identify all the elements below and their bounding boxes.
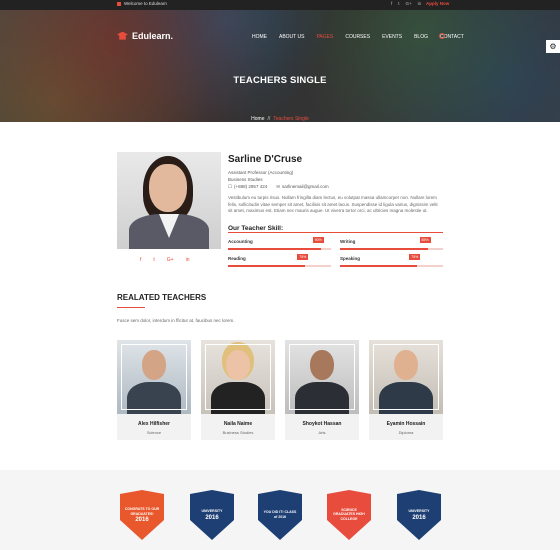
- class-of-2016-badge: YOU DID IT! CLASS of 2016: [258, 490, 302, 540]
- badge-year: 2016: [135, 517, 149, 523]
- skill-writing: Writing 85%: [340, 237, 443, 250]
- related-divider: [117, 307, 145, 308]
- nav-courses[interactable]: COURSES: [345, 34, 370, 40]
- skill-reading: Reading 75%: [228, 254, 331, 267]
- facebook-icon[interactable]: f: [391, 1, 392, 6]
- skill-label: Speaking: [340, 256, 361, 261]
- teacher-card-name[interactable]: Eyamin Hossain: [369, 421, 443, 427]
- logo[interactable]: Edulearn.: [117, 31, 173, 41]
- skill-fill: [228, 248, 321, 250]
- nav-about[interactable]: ABOUT US: [279, 34, 304, 40]
- gear-icon[interactable]: ⚙: [546, 40, 560, 53]
- skill-accounting: Accounting 90%: [228, 237, 331, 250]
- teacher-name: Sarline D'Cruse: [228, 154, 303, 165]
- facebook-icon[interactable]: f: [140, 257, 141, 263]
- teacher-card-dept: Arts: [318, 430, 326, 435]
- skill-badge: 75%: [409, 254, 421, 260]
- teacher-card-photo: [369, 340, 443, 414]
- linkedin-icon[interactable]: in: [418, 1, 422, 6]
- skill-fill: [340, 265, 418, 267]
- badge-text: UNIVERSITY: [201, 509, 223, 514]
- email-icon: ✉: [276, 184, 280, 189]
- teacher-phone: (+888) 2957 424: [234, 184, 268, 189]
- badge-year: 2016: [412, 514, 426, 521]
- teacher-role: Assistant Professor (Accounting) Busines…: [228, 169, 293, 183]
- teacher-card-name[interactable]: Naila Naime: [201, 421, 275, 427]
- skill-track: [228, 248, 331, 250]
- graduation-cap-icon: [117, 31, 128, 40]
- nav-blog[interactable]: BLOG: [414, 34, 428, 40]
- badge-text: YOU DID IT! CLASS of 2016: [263, 510, 297, 519]
- breadcrumb-home[interactable]: Home: [251, 116, 264, 122]
- breadcrumb: Home//Teachers Single: [0, 116, 560, 122]
- teacher-department: Business Studies: [228, 177, 263, 182]
- teacher-contact: ☐ (+888) 2957 424 ✉ sarlinemail@gmail.co…: [228, 184, 329, 190]
- university-badge-2: UNIVERSITY 2016: [397, 490, 441, 540]
- teacher-card-name[interactable]: Alex Hilfisher: [117, 421, 191, 427]
- teacher-card-dept: Science: [146, 430, 162, 435]
- skill-track: [228, 265, 331, 267]
- skill-badge: 90%: [312, 237, 324, 243]
- teacher-card-photo: [117, 340, 191, 414]
- main-nav: HOME ABOUT US PAGES COURSES EVENTS BLOG …: [252, 33, 476, 40]
- top-bar: Welcome to Edulearn f t G+ in Apply Now: [0, 0, 560, 10]
- google-plus-icon[interactable]: G+: [167, 257, 174, 263]
- google-plus-icon[interactable]: G+: [406, 1, 412, 6]
- university-badge: UNIVERSITY 2016: [190, 490, 234, 540]
- skill-speaking: Speaking 75%: [340, 254, 443, 267]
- linkedin-icon[interactable]: in: [186, 257, 190, 263]
- teacher-email[interactable]: sarlinemail@gmail.com: [282, 184, 329, 190]
- top-socials: f t G+ in: [391, 1, 421, 6]
- teacher-card-name[interactable]: Shoykot Hassan: [285, 421, 359, 427]
- skills-title: Our Teacher Skill:: [228, 225, 284, 232]
- logo-text: Edulearn.: [132, 31, 174, 41]
- skill-track: [340, 265, 443, 267]
- apply-now-link[interactable]: Apply Now: [426, 1, 449, 6]
- skill-label: Reading: [228, 256, 246, 261]
- hero-banner: Edulearn. HOME ABOUT US PAGES COURSES EV…: [0, 10, 560, 122]
- skills-divider: [228, 232, 443, 233]
- teacher-card-dept: Business Studies: [222, 430, 254, 435]
- welcome-text: Welcome to Edulearn: [117, 1, 167, 6]
- teacher-title: Assistant Professor (Accounting): [228, 170, 294, 175]
- teacher-card[interactable]: Naila Naime Business Studies: [201, 340, 275, 440]
- badge-text: UNIVERSITY: [408, 509, 430, 514]
- nav-events[interactable]: EVENTS: [382, 34, 402, 40]
- search-icon[interactable]: [439, 33, 445, 39]
- breadcrumb-current: Teachers Single: [273, 116, 309, 122]
- badge-year: 2016: [205, 514, 219, 521]
- twitter-icon[interactable]: t: [153, 257, 154, 263]
- breadcrumb-separator: //: [267, 116, 271, 122]
- science-graduates-badge: SCIENCE GRADUATES HIGH COLLEGE: [327, 490, 371, 540]
- badge-text: SCIENCE GRADUATES HIGH COLLEGE: [333, 507, 365, 521]
- teacher-card[interactable]: Shoykot Hassan Arts: [285, 340, 359, 440]
- skill-badge: 85%: [419, 237, 431, 243]
- skill-track: [340, 248, 443, 250]
- profile-socials: f t G+ in: [140, 257, 190, 263]
- teacher-card-photo: [285, 340, 359, 414]
- info-icon: [117, 1, 121, 6]
- related-description: Fusce sem dolor, interdum in fficitur at…: [117, 318, 235, 323]
- nav-pages[interactable]: PAGES: [316, 34, 333, 40]
- skill-fill: [228, 265, 306, 267]
- teacher-card-photo: [201, 340, 275, 414]
- related-teachers-title: REALATED TEACHERS: [117, 293, 207, 302]
- skill-fill: [340, 248, 428, 250]
- twitter-icon[interactable]: t: [398, 1, 399, 6]
- page-title: TEACHERS SINGLE: [233, 75, 327, 86]
- teacher-photo: [117, 152, 221, 249]
- teacher-card-dept: Diploma: [398, 430, 414, 435]
- partner-badges: CONGRATS TO OUR GRADUATES! 2016 UNIVERSI…: [0, 470, 560, 550]
- teacher-bio: Vestibulum eu turpis risus. Nullam fring…: [228, 195, 438, 213]
- skill-badge: 75%: [297, 254, 309, 260]
- teacher-card[interactable]: Alex Hilfisher Science: [117, 340, 191, 440]
- graduates-badge: CONGRATS TO OUR GRADUATES! 2016: [120, 490, 164, 540]
- badge-text: CONGRATS TO OUR GRADUATES!: [124, 507, 160, 516]
- phone-icon: ☐: [228, 184, 233, 189]
- nav-home[interactable]: HOME: [252, 34, 267, 40]
- teacher-card[interactable]: Eyamin Hossain Diploma: [369, 340, 443, 440]
